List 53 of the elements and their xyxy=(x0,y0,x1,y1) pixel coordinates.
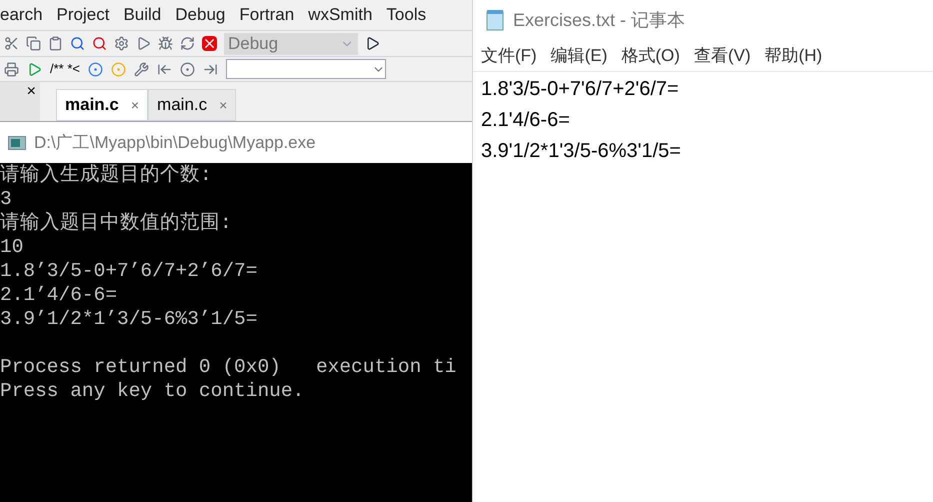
close-button[interactable]: × xyxy=(26,84,36,100)
menu-item[interactable]: 编辑(E) xyxy=(550,42,608,68)
window-title: Exercises.txt - 记事本 xyxy=(513,8,686,32)
close-button[interactable]: × xyxy=(219,94,228,116)
doc-icon[interactable] xyxy=(88,62,103,76)
jump-forward-icon[interactable] xyxy=(203,62,218,76)
window-title: D:\广工\Myapp\bin\Debug\Myapp.exe xyxy=(34,132,316,154)
bug-icon[interactable] xyxy=(158,36,173,51)
text-line: 2.1'4/6-6= xyxy=(481,108,571,133)
search-icon[interactable] xyxy=(70,36,85,51)
menu-item[interactable]: 帮助(H) xyxy=(764,42,822,68)
symbol-combobox[interactable] xyxy=(226,59,386,79)
menu-item[interactable]: Build xyxy=(123,2,162,28)
menu-item[interactable]: 查看(V) xyxy=(694,42,751,68)
close-button[interactable]: × xyxy=(130,94,140,116)
menu-item[interactable]: earch xyxy=(0,2,43,28)
console-line: 请输入生成题目的个数: xyxy=(0,163,213,187)
notepad-icon xyxy=(485,9,505,31)
run-icon[interactable] xyxy=(27,62,42,76)
menu-item[interactable]: Tools xyxy=(386,2,426,28)
console-line: Process returned 0 (0x0) execution ti xyxy=(0,355,458,379)
console-line: 2.1’4/6-6= xyxy=(0,283,118,307)
editor-tab[interactable]: main.c × xyxy=(148,89,236,121)
stop-icon[interactable] xyxy=(202,36,217,51)
play-icon[interactable] xyxy=(365,36,380,51)
menu-item[interactable]: wxSmith xyxy=(308,2,372,28)
scissors-icon[interactable] xyxy=(4,36,19,51)
console-line: 3 xyxy=(0,187,13,211)
console-line: 10 xyxy=(0,235,24,259)
replace-icon[interactable] xyxy=(92,36,107,51)
console-line: 请输入题目中数值的范围: xyxy=(0,211,233,235)
dot-icon[interactable] xyxy=(180,62,195,76)
paste-icon[interactable] xyxy=(48,36,63,51)
text-line: 3.9'1/2*1'3/5-6%3'1/5= xyxy=(481,139,682,164)
printer-icon[interactable] xyxy=(4,62,19,76)
console-icon xyxy=(8,136,26,150)
editor-tab[interactable]: main.c × xyxy=(56,89,148,121)
settings-icon[interactable] xyxy=(114,36,129,51)
console-line: Press any key to continue. xyxy=(0,379,306,403)
menu-item[interactable]: Project xyxy=(56,2,110,28)
comment-button[interactable]: /** *< xyxy=(50,59,80,79)
console-line: 3.9’1/2*1’3/5-6%3’1/5= xyxy=(0,307,258,331)
jump-back-icon[interactable] xyxy=(157,62,172,76)
wrench-icon[interactable] xyxy=(134,62,149,76)
text-line: 1.8'3/5-0+7'6/7+2'6/7= xyxy=(481,77,680,102)
rebuild-icon[interactable] xyxy=(180,36,195,51)
copy-icon[interactable] xyxy=(26,36,41,51)
menu-item[interactable]: Debug xyxy=(175,2,226,28)
menu-item[interactable]: 文件(F) xyxy=(481,42,537,68)
menu-item[interactable]: Fortran xyxy=(239,2,294,28)
menu-item[interactable]: 格式(O) xyxy=(621,42,680,68)
text-area[interactable]: 1.8'3/5-0+7'6/7+2'6/7= 2.1'4/6-6= 3.9'1/2*1'3/5-6%3'1/5= xyxy=(473,72,933,502)
console-line: 1.8’3/5-0+7’6/7+2’6/7= xyxy=(0,259,258,283)
